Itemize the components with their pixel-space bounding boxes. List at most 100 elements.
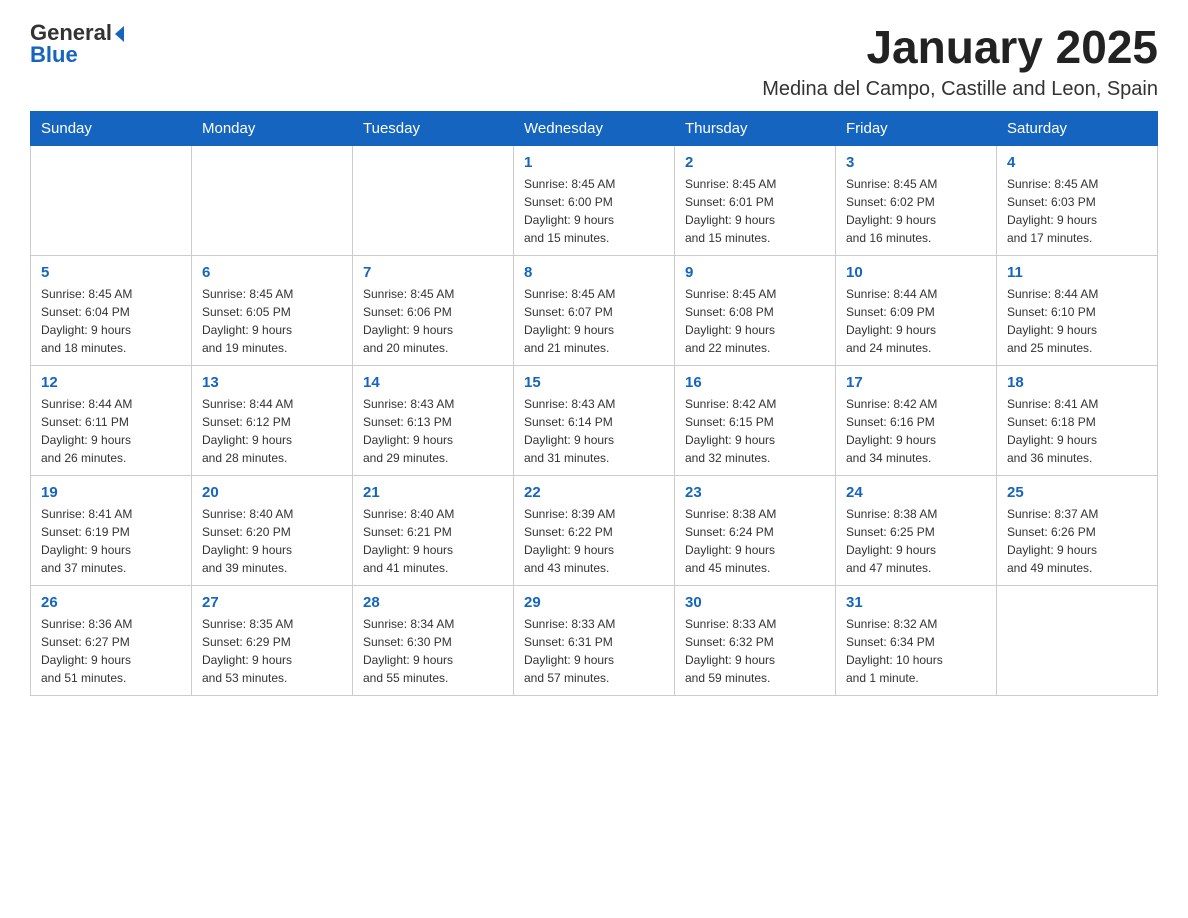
day-number: 22	[524, 484, 664, 501]
calendar-cell: 10Sunrise: 8:44 AMSunset: 6:09 PMDayligh…	[836, 256, 997, 366]
calendar-cell: 8Sunrise: 8:45 AMSunset: 6:07 PMDaylight…	[514, 256, 675, 366]
logo-arrow-icon	[115, 26, 124, 42]
calendar-cell: 3 Sunrise: 8:45 AMSunset: 6:02 PMDaylight…	[836, 146, 997, 256]
day-number: 24	[846, 484, 986, 501]
calendar-cell: 30 Sunrise: 8:33 AMSunset: 6:32 PMDayligh…	[675, 586, 836, 696]
weekday-header-tuesday: Tuesday	[353, 112, 514, 146]
calendar-cell	[192, 146, 353, 256]
day-number: 26	[41, 594, 181, 611]
day-number: 3	[846, 154, 986, 171]
calendar-cell	[997, 586, 1158, 696]
calendar-cell: 11 Sunrise: 8:44 AMSunset: 6:10 PMDayligh…	[997, 256, 1158, 366]
day-info: Sunrise: 8:44 AMSunset: 6:11 PMDaylight:…	[41, 395, 181, 467]
calendar-cell: 17 Sunrise: 8:42 AMSunset: 6:16 PMDayligh…	[836, 366, 997, 476]
day-number: 25	[1007, 484, 1147, 501]
calendar-cell: 31Sunrise: 8:32 AMSunset: 6:34 PMDayligh…	[836, 586, 997, 696]
calendar-week-row: 12 Sunrise: 8:44 AMSunset: 6:11 PMDayligh…	[31, 366, 1158, 476]
calendar-cell: 15 Sunrise: 8:43 AMSunset: 6:14 PMDayligh…	[514, 366, 675, 476]
calendar-header: SundayMondayTuesdayWednesdayThursdayFrid…	[31, 112, 1158, 146]
day-number: 20	[202, 484, 342, 501]
weekday-header-friday: Friday	[836, 112, 997, 146]
calendar-cell: 28 Sunrise: 8:34 AMSunset: 6:30 PMDayligh…	[353, 586, 514, 696]
day-info: Sunrise: 8:45 AMSunset: 6:08 PMDaylight:…	[685, 285, 825, 357]
day-number: 4	[1007, 154, 1147, 171]
day-number: 16	[685, 374, 825, 391]
calendar-cell: 24Sunrise: 8:38 AMSunset: 6:25 PMDayligh…	[836, 476, 997, 586]
day-info: Sunrise: 8:44 AMSunset: 6:09 PMDaylight:…	[846, 285, 986, 357]
calendar-cell: 19Sunrise: 8:41 AMSunset: 6:19 PMDayligh…	[31, 476, 192, 586]
day-info: Sunrise: 8:32 AMSunset: 6:34 PMDaylight:…	[846, 615, 986, 687]
day-info: Sunrise: 8:33 AMSunset: 6:32 PMDaylight:…	[685, 615, 825, 687]
day-info: Sunrise: 8:45 AMSunset: 6:01 PMDaylight:…	[685, 175, 825, 247]
day-info: Sunrise: 8:45 AMSunset: 6:06 PMDaylight:…	[363, 285, 503, 357]
calendar-cell: 18Sunrise: 8:41 AMSunset: 6:18 PMDayligh…	[997, 366, 1158, 476]
calendar-cell: 12 Sunrise: 8:44 AMSunset: 6:11 PMDayligh…	[31, 366, 192, 476]
calendar-cell: 4Sunrise: 8:45 AMSunset: 6:03 PMDaylight…	[997, 146, 1158, 256]
day-number: 18	[1007, 374, 1147, 391]
day-info: Sunrise: 8:38 AMSunset: 6:24 PMDaylight:…	[685, 505, 825, 577]
day-number: 6	[202, 264, 342, 281]
day-number: 15	[524, 374, 664, 391]
weekday-header-wednesday: Wednesday	[514, 112, 675, 146]
calendar-cell: 5Sunrise: 8:45 AMSunset: 6:04 PMDaylight…	[31, 256, 192, 366]
calendar-cell: 25 Sunrise: 8:37 AMSunset: 6:26 PMDayligh…	[997, 476, 1158, 586]
calendar-cell: 13Sunrise: 8:44 AMSunset: 6:12 PMDayligh…	[192, 366, 353, 476]
weekday-header-sunday: Sunday	[31, 112, 192, 146]
weekday-header-row: SundayMondayTuesdayWednesdayThursdayFrid…	[31, 112, 1158, 146]
day-number: 28	[363, 594, 503, 611]
title-area: January 2025 Medina del Campo, Castille …	[762, 20, 1158, 101]
day-info: Sunrise: 8:42 AMSunset: 6:15 PMDaylight:…	[685, 395, 825, 467]
header: General Blue January 2025 Medina del Cam…	[30, 20, 1158, 101]
day-info: Sunrise: 8:33 AMSunset: 6:31 PMDaylight:…	[524, 615, 664, 687]
weekday-header-thursday: Thursday	[675, 112, 836, 146]
calendar-cell: 14 Sunrise: 8:43 AMSunset: 6:13 PMDayligh…	[353, 366, 514, 476]
day-info: Sunrise: 8:45 AMSunset: 6:05 PMDaylight:…	[202, 285, 342, 357]
calendar-week-row: 19Sunrise: 8:41 AMSunset: 6:19 PMDayligh…	[31, 476, 1158, 586]
calendar-cell: 26 Sunrise: 8:36 AMSunset: 6:27 PMDayligh…	[31, 586, 192, 696]
day-info: Sunrise: 8:39 AMSunset: 6:22 PMDaylight:…	[524, 505, 664, 577]
day-info: Sunrise: 8:37 AMSunset: 6:26 PMDaylight:…	[1007, 505, 1147, 577]
day-info: Sunrise: 8:34 AMSunset: 6:30 PMDaylight:…	[363, 615, 503, 687]
calendar-week-row: 26 Sunrise: 8:36 AMSunset: 6:27 PMDayligh…	[31, 586, 1158, 696]
day-number: 14	[363, 374, 503, 391]
day-number: 5	[41, 264, 181, 281]
day-info: Sunrise: 8:44 AMSunset: 6:12 PMDaylight:…	[202, 395, 342, 467]
day-info: Sunrise: 8:45 AMSunset: 6:02 PMDaylight:…	[846, 175, 986, 247]
location-subtitle: Medina del Campo, Castille and Leon, Spa…	[762, 78, 1158, 101]
day-info: Sunrise: 8:43 AMSunset: 6:13 PMDaylight:…	[363, 395, 503, 467]
day-number: 17	[846, 374, 986, 391]
calendar-week-row: 1Sunrise: 8:45 AMSunset: 6:00 PMDaylight…	[31, 146, 1158, 256]
day-number: 21	[363, 484, 503, 501]
day-info: Sunrise: 8:36 AMSunset: 6:27 PMDaylight:…	[41, 615, 181, 687]
day-info: Sunrise: 8:44 AMSunset: 6:10 PMDaylight:…	[1007, 285, 1147, 357]
day-number: 2	[685, 154, 825, 171]
day-info: Sunrise: 8:43 AMSunset: 6:14 PMDaylight:…	[524, 395, 664, 467]
calendar-cell: 23Sunrise: 8:38 AMSunset: 6:24 PMDayligh…	[675, 476, 836, 586]
day-number: 12	[41, 374, 181, 391]
calendar-cell	[31, 146, 192, 256]
calendar-cell: 21Sunrise: 8:40 AMSunset: 6:21 PMDayligh…	[353, 476, 514, 586]
weekday-header-saturday: Saturday	[997, 112, 1158, 146]
day-number: 9	[685, 264, 825, 281]
day-info: Sunrise: 8:41 AMSunset: 6:19 PMDaylight:…	[41, 505, 181, 577]
logo: General Blue	[30, 20, 124, 68]
calendar-cell: 29 Sunrise: 8:33 AMSunset: 6:31 PMDayligh…	[514, 586, 675, 696]
calendar-cell: 20Sunrise: 8:40 AMSunset: 6:20 PMDayligh…	[192, 476, 353, 586]
day-number: 30	[685, 594, 825, 611]
calendar-cell: 16 Sunrise: 8:42 AMSunset: 6:15 PMDayligh…	[675, 366, 836, 476]
calendar-cell: 2 Sunrise: 8:45 AMSunset: 6:01 PMDaylight…	[675, 146, 836, 256]
calendar-table: SundayMondayTuesdayWednesdayThursdayFrid…	[30, 111, 1158, 696]
day-info: Sunrise: 8:42 AMSunset: 6:16 PMDaylight:…	[846, 395, 986, 467]
calendar-cell: 22 Sunrise: 8:39 AMSunset: 6:22 PMDayligh…	[514, 476, 675, 586]
calendar-cell: 7 Sunrise: 8:45 AMSunset: 6:06 PMDaylight…	[353, 256, 514, 366]
day-number: 11	[1007, 264, 1147, 281]
calendar-cell: 6 Sunrise: 8:45 AMSunset: 6:05 PMDaylight…	[192, 256, 353, 366]
day-number: 27	[202, 594, 342, 611]
calendar-body: 1Sunrise: 8:45 AMSunset: 6:00 PMDaylight…	[31, 146, 1158, 696]
weekday-header-monday: Monday	[192, 112, 353, 146]
day-number: 7	[363, 264, 503, 281]
day-number: 1	[524, 154, 664, 171]
calendar-cell: 1Sunrise: 8:45 AMSunset: 6:00 PMDaylight…	[514, 146, 675, 256]
day-number: 29	[524, 594, 664, 611]
month-title: January 2025	[762, 20, 1158, 74]
